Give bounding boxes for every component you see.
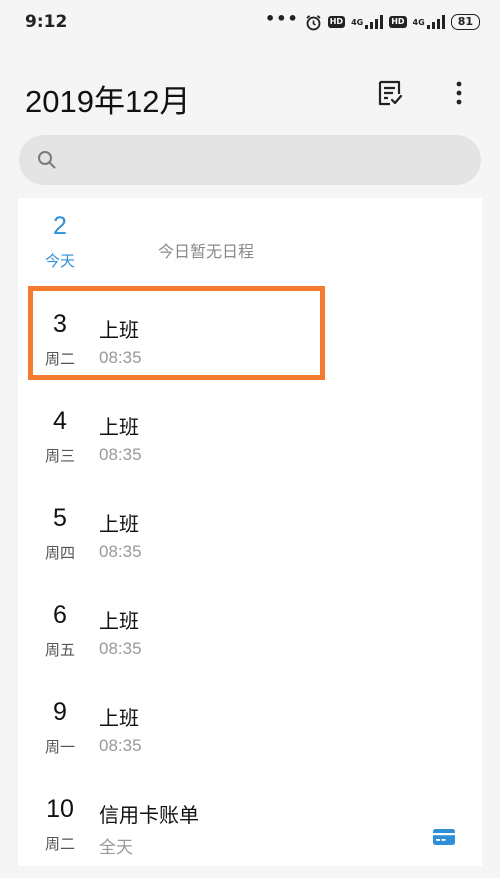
hd-voice-icon: HD bbox=[327, 16, 346, 28]
network-type-label: 4G bbox=[412, 17, 425, 27]
weekday-label: 周五 bbox=[44, 641, 75, 659]
status-bar: 9:12 ••• HD 4G HD 4G 81 bbox=[0, 0, 500, 44]
credit-card-icon bbox=[433, 829, 455, 845]
event-time: 08:35 bbox=[99, 736, 142, 755]
month-title[interactable]: 2019年12月 bbox=[25, 76, 190, 121]
event-title: 上班 bbox=[99, 609, 139, 633]
agenda-row[interactable]: 5 周四 上班 08:35 bbox=[18, 490, 482, 587]
day-number: 9 bbox=[53, 698, 67, 726]
weekday-label: 周三 bbox=[44, 447, 75, 465]
highlight-box bbox=[28, 286, 325, 380]
agenda-row-today[interactable]: 2 今天 今日暂无日程 bbox=[18, 198, 482, 295]
event-title: 上班 bbox=[99, 512, 139, 536]
day-number: 6 bbox=[53, 601, 67, 629]
agenda-list: 2 今天 今日暂无日程 3 周二 上班 08:35 4 周三 上班 08:35 … bbox=[18, 198, 482, 866]
weekday-label: 周二 bbox=[44, 835, 75, 853]
alarm-icon bbox=[306, 14, 321, 30]
battery-icon: 81 bbox=[450, 14, 480, 30]
event-title: 上班 bbox=[99, 706, 139, 730]
event-title: 信用卡账单 bbox=[99, 803, 199, 827]
day-number: 10 bbox=[46, 795, 74, 823]
event-title: 上班 bbox=[99, 415, 139, 439]
day-number: 4 bbox=[53, 407, 67, 435]
agenda-row[interactable]: 4 周三 上班 08:35 bbox=[18, 393, 482, 490]
weekday-label: 周一 bbox=[44, 738, 75, 756]
agenda-row[interactable]: 6 周五 上班 08:35 bbox=[18, 587, 482, 684]
agenda-row[interactable]: 10 周二 信用卡账单 全天 bbox=[18, 781, 482, 878]
header: 2019年12月 bbox=[0, 60, 500, 130]
hd-voice-icon: HD bbox=[389, 16, 407, 28]
signal-icon bbox=[426, 15, 445, 29]
status-time: 9:12 bbox=[25, 12, 68, 32]
agenda-row[interactable]: 9 周一 上班 08:35 bbox=[18, 684, 482, 781]
day-number: 5 bbox=[53, 504, 67, 532]
checklist-button[interactable] bbox=[372, 75, 408, 111]
event-time: 08:35 bbox=[99, 542, 142, 561]
more-notifications-icon: ••• bbox=[265, 9, 299, 28]
search-bar[interactable] bbox=[19, 135, 481, 185]
more-options-button[interactable] bbox=[442, 75, 476, 111]
more-vertical-icon bbox=[456, 81, 462, 105]
day-number: 2 bbox=[53, 212, 67, 240]
today-label: 今天 bbox=[44, 252, 75, 270]
no-events-text: 今日暂无日程 bbox=[158, 242, 255, 261]
network-type-label: 4G bbox=[351, 17, 364, 27]
event-time: 08:35 bbox=[99, 445, 142, 464]
event-time: 全天 bbox=[99, 838, 133, 857]
event-time: 08:35 bbox=[99, 639, 142, 658]
signal-icon bbox=[365, 15, 384, 29]
search-icon bbox=[38, 151, 56, 169]
status-icons: ••• HD 4G HD 4G 81 bbox=[265, 11, 480, 33]
weekday-label: 周四 bbox=[44, 544, 75, 562]
checklist-icon bbox=[378, 80, 403, 106]
